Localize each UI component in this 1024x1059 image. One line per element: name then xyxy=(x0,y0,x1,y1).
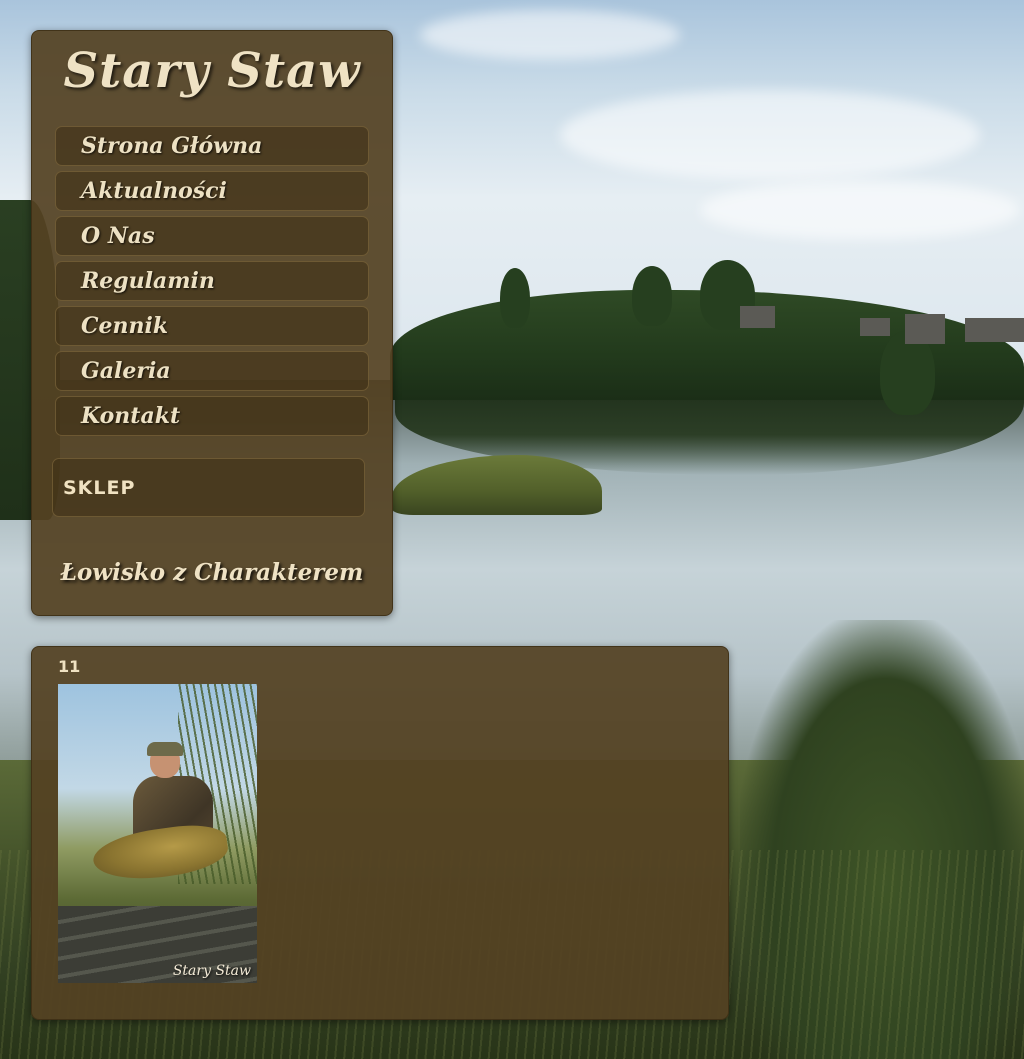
nav-item-gallery[interactable]: Galeria xyxy=(55,351,369,391)
gallery-album-title: 11 xyxy=(58,657,81,676)
cloud xyxy=(700,180,1020,240)
tree xyxy=(500,268,530,328)
house xyxy=(965,318,1024,342)
nav-item-home[interactable]: Strona Główna xyxy=(55,126,369,166)
cloud xyxy=(560,90,980,180)
photo-watermark: Stary Staw xyxy=(172,963,251,979)
site-tagline: Łowisko z Charakterem xyxy=(60,559,364,586)
tree xyxy=(632,266,672,326)
cloud xyxy=(420,10,680,60)
site-logo-title[interactable]: Stary Staw xyxy=(32,43,392,99)
shop-button[interactable]: SKLEP xyxy=(52,458,365,517)
main-nav: Strona Główna Aktualności O Nas Regulami… xyxy=(55,126,369,441)
house xyxy=(860,318,890,336)
nav-item-prices[interactable]: Cennik xyxy=(55,306,369,346)
house xyxy=(905,314,945,344)
content-panel: 11 Stary Staw xyxy=(31,646,729,1020)
house xyxy=(740,306,775,328)
nav-item-about[interactable]: O Nas xyxy=(55,216,369,256)
nav-item-rules[interactable]: Regulamin xyxy=(55,261,369,301)
sidebar-panel: Stary Staw Strona Główna Aktualności O N… xyxy=(31,30,393,616)
nav-item-contact[interactable]: Kontakt xyxy=(55,396,369,436)
photo-angler-cap xyxy=(147,742,183,756)
nav-item-news[interactable]: Aktualności xyxy=(55,171,369,211)
gallery-photo-thumbnail[interactable]: Stary Staw xyxy=(58,684,257,983)
